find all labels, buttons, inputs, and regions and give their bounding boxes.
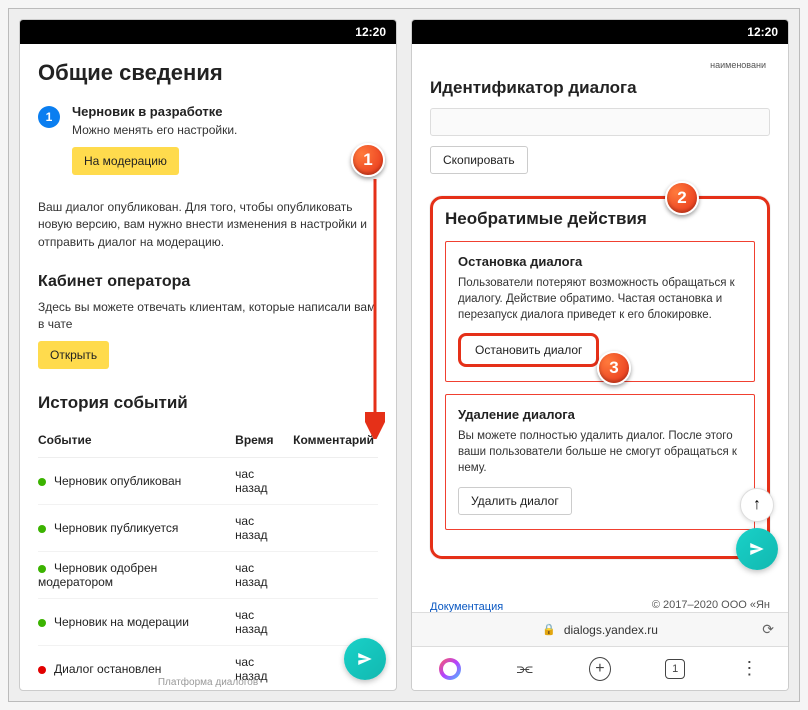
phone-left: 12:20 Общие сведения 1 Черновик в разраб… <box>19 19 397 691</box>
footer-links: Документация Обратная связь © 2017–2020 … <box>430 599 770 612</box>
lock-icon: 🔒 <box>542 623 556 636</box>
status-time: 12:20 <box>355 25 386 39</box>
status-dot-icon <box>38 666 46 674</box>
col-time: Время <box>235 425 293 458</box>
tabs-button[interactable]: 1 <box>664 658 686 680</box>
status-time: 12:20 <box>747 25 778 39</box>
dialog-id-title: Идентификатор диалога <box>430 78 770 98</box>
arrow-up-icon: ↑ <box>753 496 761 514</box>
copyright-text: © 2017–2020 ООО «Ян <box>652 599 770 611</box>
phone-right: 12:20 наименовани Идентификатор диалога … <box>411 19 789 691</box>
truncated-label: наименовани <box>430 60 770 70</box>
new-tab-button[interactable]: + <box>589 658 611 680</box>
col-event: Событие <box>38 425 235 458</box>
table-row: Черновик на модерации час назад <box>38 598 378 645</box>
reload-icon[interactable]: ⟳ <box>762 621 774 638</box>
operator-desc: Здесь вы можете отвечать клиентам, котор… <box>38 299 378 333</box>
left-content: Общие сведения 1 Черновик в разработке М… <box>20 44 396 690</box>
scroll-down-arrow-icon <box>365 179 385 439</box>
right-content: наименовани Идентификатор диалога Скопир… <box>412 44 788 612</box>
status-dot-icon <box>38 565 46 573</box>
draft-status-row: 1 Черновик в разработке Можно менять его… <box>38 104 378 175</box>
delete-dialog-box: Удаление диалога Вы можете полностью уда… <box>445 394 755 529</box>
delete-dialog-desc: Вы можете полностью удалить диалог. Посл… <box>458 428 742 476</box>
danger-title: Необратимые действия <box>445 209 755 229</box>
table-row: Черновик одобрен модератором час назад <box>38 551 378 598</box>
status-dot-icon <box>38 525 46 533</box>
step-badge-icon: 1 <box>38 106 60 128</box>
send-icon <box>356 650 374 668</box>
delete-dialog-title: Удаление диалога <box>458 407 742 422</box>
events-header-row: Событие Время Комментарий <box>38 425 378 458</box>
tabs-count-icon: 1 <box>665 659 685 679</box>
stop-dialog-button[interactable]: Остановить диалог <box>458 333 599 367</box>
footer-caption: Платформа диалогов <box>20 677 396 688</box>
callout-3: 3 <box>597 351 631 385</box>
send-icon <box>748 540 766 558</box>
stop-dialog-title: Остановка диалога <box>458 254 742 269</box>
page-title: Общие сведения <box>38 60 378 86</box>
scroll-to-top-button[interactable]: ↑ <box>740 488 774 522</box>
chat-fab-button[interactable] <box>344 638 386 680</box>
kebab-icon: ⋮ <box>740 658 760 679</box>
browser-nav-bar: ⫘ + 1 ⋮ <box>412 646 788 690</box>
url-text: dialogs.yandex.ru <box>564 623 658 637</box>
operator-section-title: Кабинет оператора <box>38 273 378 291</box>
table-row: Черновик опубликован час назад <box>38 457 378 504</box>
dialog-id-field[interactable] <box>430 108 770 136</box>
status-bar: 12:20 <box>20 20 396 44</box>
callout-1: 1 <box>351 143 385 177</box>
status-bar: 12:20 <box>412 20 788 44</box>
callout-2: 2 <box>665 181 699 215</box>
events-table: Событие Время Комментарий Черновик опубл… <box>38 425 378 690</box>
share-button[interactable]: ⫘ <box>514 658 536 680</box>
yandex-home-button[interactable] <box>439 658 461 680</box>
stop-dialog-desc: Пользователи потеряют возможность обраща… <box>458 275 742 323</box>
status-dot-icon <box>38 619 46 627</box>
yandex-icon <box>439 658 461 680</box>
status-dot-icon <box>38 478 46 486</box>
plus-icon: + <box>589 657 611 681</box>
published-info-text: Ваш диалог опубликован. Для того, чтобы … <box>38 199 378 251</box>
browser-address-bar[interactable]: 🔒 dialogs.yandex.ru ⟳ <box>412 612 788 646</box>
share-icon: ⫘ <box>517 658 533 679</box>
chat-fab-button[interactable] <box>736 528 778 570</box>
tutorial-composite: 12:20 Общие сведения 1 Черновик в разраб… <box>8 8 800 702</box>
open-operator-button[interactable]: Открыть <box>38 341 109 369</box>
send-to-moderation-button[interactable]: На модерацию <box>72 147 179 175</box>
delete-dialog-button[interactable]: Удалить диалог <box>458 487 572 515</box>
documentation-link[interactable]: Документация <box>430 599 511 612</box>
draft-status-sub: Можно менять его настройки. <box>72 123 237 137</box>
copy-button[interactable]: Скопировать <box>430 146 528 174</box>
history-title: История событий <box>38 393 378 413</box>
table-row: Черновик публикуется час назад <box>38 504 378 551</box>
draft-status-title: Черновик в разработке <box>72 104 237 119</box>
menu-button[interactable]: ⋮ <box>739 658 761 680</box>
